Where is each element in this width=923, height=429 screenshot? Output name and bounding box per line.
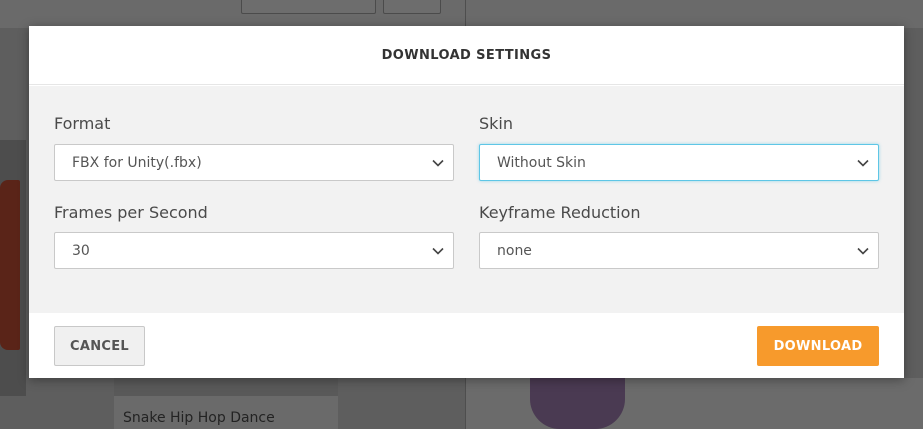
background-top-button <box>241 0 376 14</box>
background-preview-character <box>530 378 625 429</box>
download-button[interactable]: DOWNLOAD <box>757 326 879 366</box>
dialog-title: DOWNLOAD SETTINGS <box>381 47 552 63</box>
format-select[interactable]: FBX for Unity(.fbx) <box>54 144 454 181</box>
background-character-figure <box>0 180 20 350</box>
keyframe-reduction-label: Keyframe Reduction <box>479 203 641 222</box>
format-select-value: FBX for Unity(.fbx) <box>72 154 202 171</box>
fps-field: Frames per Second 30 <box>54 203 454 269</box>
dialog-footer: CANCEL DOWNLOAD <box>29 313 904 378</box>
fps-select-value: 30 <box>72 242 90 259</box>
keyframe-reduction-select-value: none <box>497 242 532 259</box>
download-settings-dialog: DOWNLOAD SETTINGS Format FBX for Unity(.… <box>29 26 904 378</box>
keyframe-reduction-field: Keyframe Reduction none <box>479 203 879 269</box>
format-field: Format FBX for Unity(.fbx) <box>54 114 454 181</box>
cancel-button[interactable]: CANCEL <box>54 326 145 366</box>
chevron-down-icon <box>423 145 453 180</box>
background-top-icon-button <box>383 0 441 14</box>
dialog-body: Format FBX for Unity(.fbx) Skin Without … <box>29 86 904 313</box>
background-topbar <box>0 0 923 28</box>
fps-select[interactable]: 30 <box>54 232 454 269</box>
background-card-thumbnail <box>114 378 338 396</box>
fps-label: Frames per Second <box>54 203 208 222</box>
chevron-down-icon <box>423 233 453 268</box>
keyframe-reduction-select[interactable]: none <box>479 232 879 269</box>
skin-select-value: Without Skin <box>497 154 586 171</box>
background-card-title: Snake Hip Hop Dance <box>123 410 275 426</box>
chevron-down-icon <box>848 233 878 268</box>
chevron-down-icon <box>848 145 878 180</box>
dialog-header: DOWNLOAD SETTINGS <box>29 26 904 85</box>
skin-label: Skin <box>479 114 514 133</box>
skin-select[interactable]: Without Skin <box>479 144 879 181</box>
format-label: Format <box>54 114 111 133</box>
skin-field: Skin Without Skin <box>479 114 879 181</box>
